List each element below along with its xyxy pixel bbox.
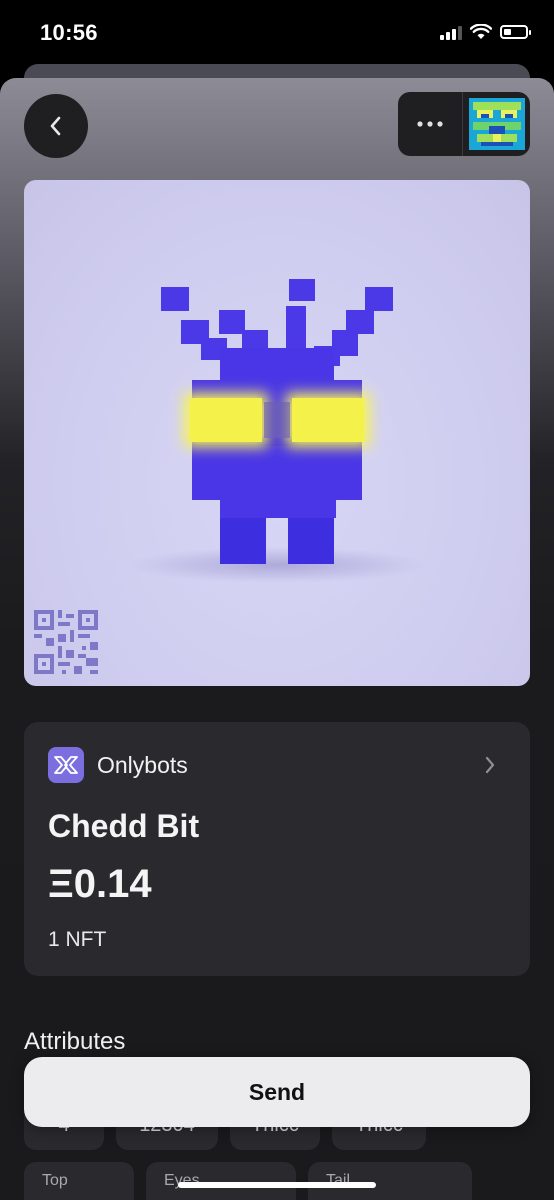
battery-level	[504, 29, 511, 35]
status-time: 10:56	[40, 20, 98, 45]
pixel-robot-nft-image	[127, 279, 427, 583]
status-bar: 10:56	[0, 0, 554, 64]
chevron-left-icon	[50, 116, 61, 136]
collection-link[interactable]: Onlybots	[48, 746, 506, 784]
header-actions	[398, 92, 530, 156]
attribute-chip[interactable]: Eyes	[146, 1162, 296, 1200]
qr-code-icon	[34, 610, 98, 674]
nft-count: 1 NFT	[48, 928, 107, 951]
pixel-robot-avatar-icon	[468, 98, 525, 150]
nft-image[interactable]	[24, 180, 530, 686]
status-icons	[440, 24, 531, 40]
cellular-signal-icon	[440, 24, 462, 40]
nft-info-card: Onlybots Chedd Bit Ξ0.14 1 NFT	[24, 722, 530, 976]
attribute-chip[interactable]: Top	[24, 1162, 134, 1200]
collection-name: Onlybots	[97, 751, 188, 778]
nft-name: Chedd Bit	[48, 808, 200, 844]
ellipsis-icon	[417, 121, 443, 127]
attribute-label: Top	[42, 1172, 68, 1189]
nft-price: Ξ0.14	[48, 862, 152, 906]
home-indicator[interactable]	[178, 1182, 376, 1188]
send-button[interactable]: Send	[24, 1057, 530, 1127]
more-button[interactable]	[398, 92, 463, 156]
attributes-title: Attributes	[24, 1028, 126, 1055]
back-button[interactable]	[24, 94, 88, 158]
battery-icon	[500, 25, 531, 39]
avatar-button[interactable]	[463, 92, 530, 156]
onlybots-logo-icon	[48, 747, 84, 783]
wifi-icon	[470, 24, 492, 39]
chevron-right-icon	[485, 756, 495, 774]
nft-detail-sheet: Onlybots Chedd Bit Ξ0.14 1 NFT Attribute…	[0, 78, 554, 1200]
attribute-chip[interactable]: Tail	[308, 1162, 472, 1200]
